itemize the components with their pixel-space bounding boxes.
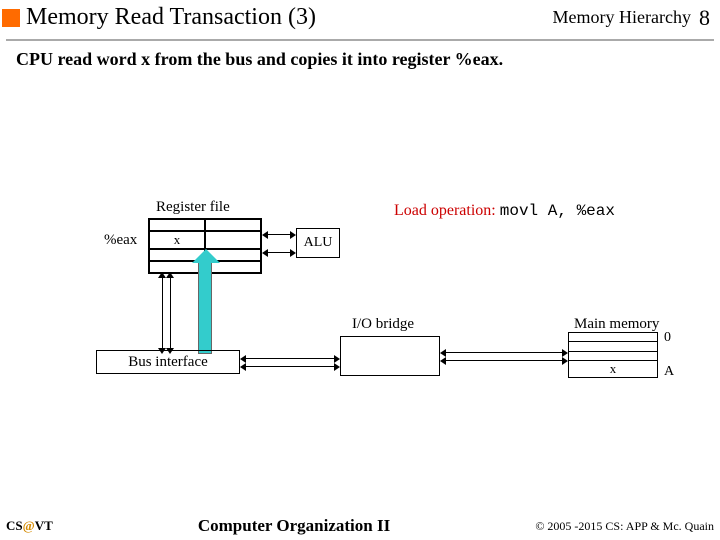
system-bus-line-2 (246, 366, 334, 367)
footer-course: Computer Organization II (53, 516, 536, 536)
slide-title: Memory Read Transaction (3) (26, 4, 553, 31)
page-number: 8 (699, 5, 710, 31)
memory-row (569, 333, 657, 342)
footer-copyright: © 2005 -2015 CS: APP & Mc. Quain (535, 519, 714, 534)
slide-subtitle: CPU read word x from the bus and copies … (0, 41, 720, 74)
slide-header: Memory Read Transaction (3) Memory Hiera… (0, 0, 720, 39)
regfile-cell (205, 231, 261, 249)
load-operation-label: Load operation: movl A, %eax (394, 202, 615, 220)
footer-org: CS@VT (6, 518, 53, 534)
regfile-cell (205, 219, 261, 231)
footer-vt: VT (35, 518, 53, 533)
accent-box-icon (2, 9, 20, 27)
eax-register-label: %eax (104, 232, 137, 249)
bus-interface-box: Bus interface (96, 350, 240, 374)
regfile-alu-connector-bottom (268, 252, 290, 253)
load-op-instruction: movl A, %eax (500, 202, 615, 220)
main-memory-label: Main memory (574, 316, 659, 333)
regfile-alu-connector-top (268, 234, 290, 235)
footer-cs: CS (6, 518, 23, 533)
memory-row (569, 342, 657, 351)
slide-topic: Memory Hierarchy (553, 7, 691, 28)
load-op-prefix: Load operation: (394, 202, 496, 219)
register-file-label: Register file (156, 199, 230, 216)
regfile-cell (149, 219, 205, 231)
data-flow-arrow-icon (198, 262, 212, 354)
cpu-bus-line-2 (170, 278, 171, 348)
memory-read-diagram: Register file Load operation: movl A, %e… (0, 74, 720, 454)
memory-row-x: x (569, 361, 657, 377)
alu-box: ALU (296, 228, 340, 258)
io-bridge-box (340, 336, 440, 376)
memory-bus-line-1 (446, 352, 562, 353)
memory-address-a: A (664, 364, 674, 380)
cpu-bus-line-1 (162, 278, 163, 348)
memory-row (569, 352, 657, 361)
main-memory-box: x (568, 332, 658, 378)
footer-at: @ (23, 518, 35, 533)
slide-footer: CS@VT Computer Organization II © 2005 -2… (0, 516, 720, 536)
memory-address-0: 0 (664, 330, 671, 346)
memory-bus-line-2 (446, 360, 562, 361)
io-bridge-label: I/O bridge (352, 316, 414, 333)
regfile-cell-x: x (149, 231, 205, 249)
system-bus-line-1 (246, 358, 334, 359)
